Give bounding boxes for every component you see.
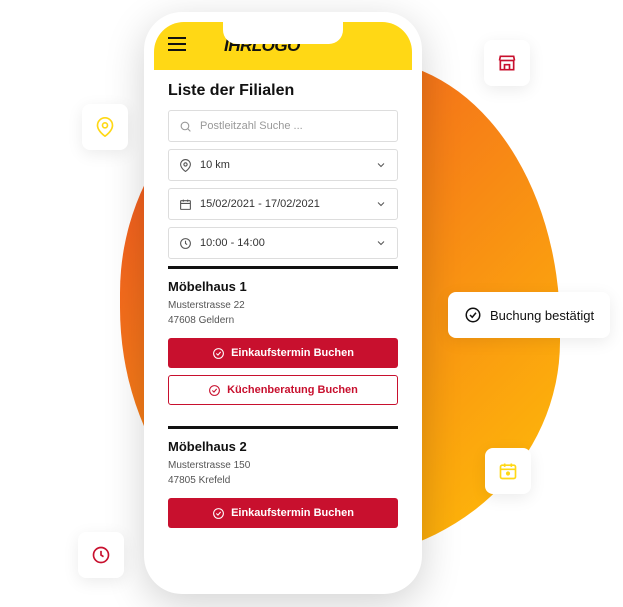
hamburger-icon [168,37,186,51]
chevron-down-icon [375,159,387,171]
time-select[interactable]: 10:00 - 14:00 [168,227,398,259]
chevron-down-icon [375,198,387,210]
search-input[interactable]: Postleitzahl Suche ... [168,110,398,142]
time-value: 10:00 - 14:00 [200,237,367,249]
date-value: 15/02/2021 - 17/02/2021 [200,198,367,210]
pin-icon [179,159,192,172]
store-name: Möbelhaus 1 [168,279,398,294]
confirmation-toast: Buchung bestätigt [448,292,610,338]
check-circle-icon [212,507,225,520]
store-icon [497,53,517,73]
store-item: Möbelhaus 1 Musterstrasse 22 47608 Gelde… [168,266,398,426]
page-content: Liste der Filialen Postleitzahl Suche ..… [154,70,412,549]
check-circle-icon [212,347,225,360]
clock-icon [91,545,111,565]
date-select[interactable]: 15/02/2021 - 17/02/2021 [168,188,398,220]
radius-select[interactable]: 10 km [168,149,398,181]
check-circle-icon [208,384,221,397]
confirmation-label: Buchung bestätigt [490,308,594,323]
book-kitchen-button[interactable]: Küchenberatung Buchen [168,375,398,405]
store-address: Musterstrasse 150 47805 Krefeld [168,458,398,488]
chevron-down-icon [375,237,387,249]
float-pin-card [82,104,128,150]
phone-notch [223,22,343,44]
store-address: Musterstrasse 22 47608 Geldern [168,298,398,328]
check-circle-icon [464,306,482,324]
float-store-card [484,40,530,86]
book-shopping-button[interactable]: Einkaufstermin Buchen [168,338,398,368]
phone-frame: IHRLOGO Liste der Filialen Postleitzahl … [144,12,422,594]
hamburger-button[interactable] [168,37,186,56]
calendar-icon [179,198,192,211]
search-icon [179,120,192,133]
search-placeholder: Postleitzahl Suche ... [200,120,387,132]
clock-icon [179,237,192,250]
radius-value: 10 km [200,159,367,171]
float-calendar-card [485,448,531,494]
store-name: Möbelhaus 2 [168,439,398,454]
phone-screen: IHRLOGO Liste der Filialen Postleitzahl … [154,22,412,584]
book-shopping-button[interactable]: Einkaufstermin Buchen [168,498,398,528]
store-item: Möbelhaus 2 Musterstrasse 150 47805 Kref… [168,426,398,549]
calendar-dot-icon [498,461,518,481]
map-pin-icon [95,117,115,137]
float-clock-card [78,532,124,578]
page-title: Liste der Filialen [168,82,398,100]
